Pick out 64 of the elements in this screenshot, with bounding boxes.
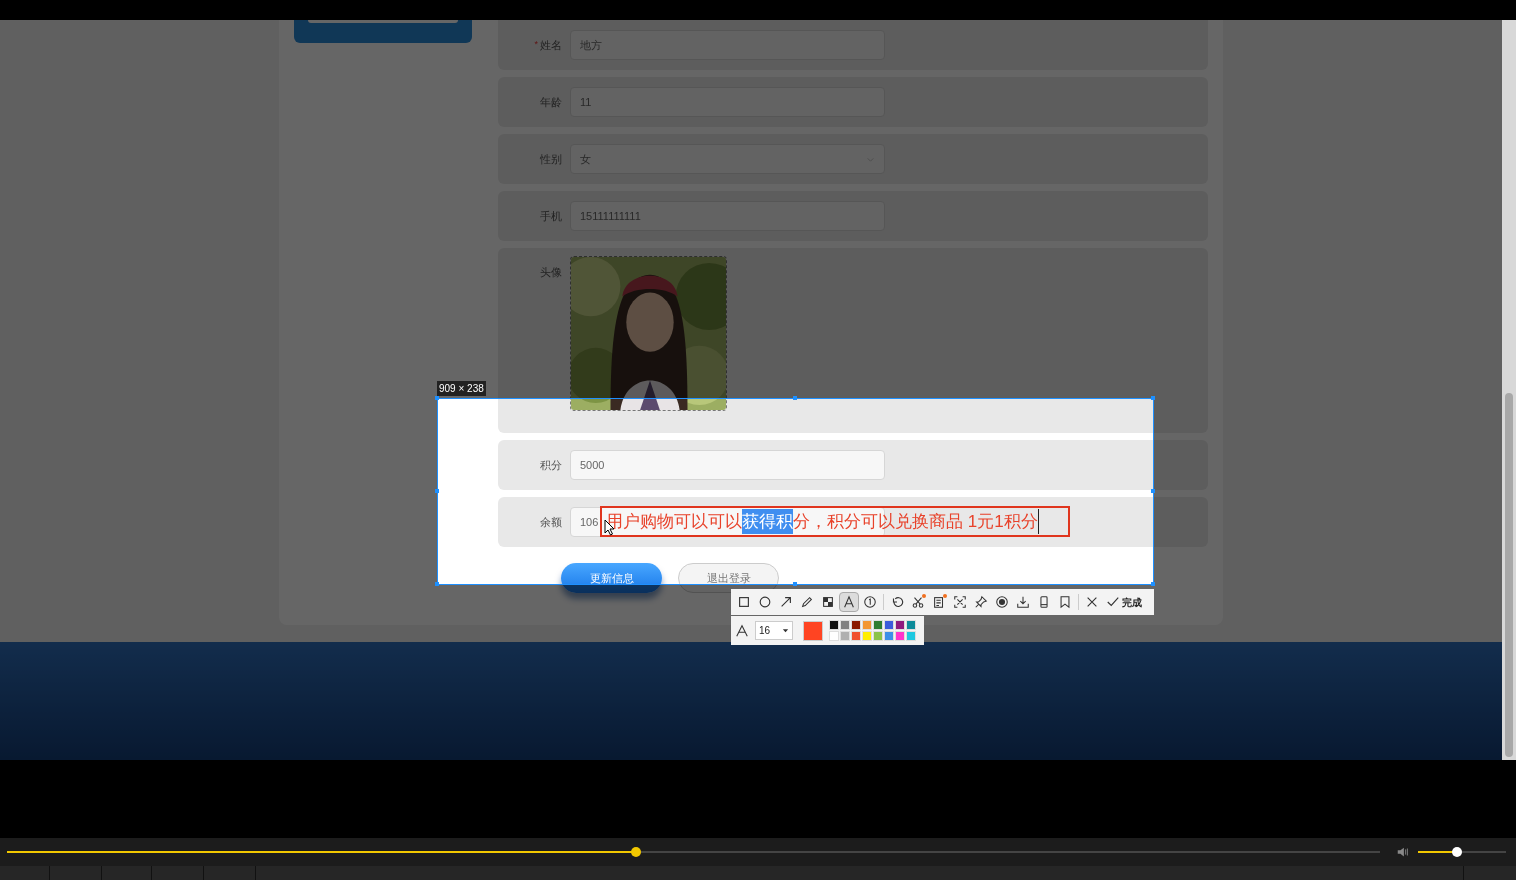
selection-size-label: 909 × 238	[437, 381, 486, 396]
resize-handle[interactable]	[1151, 489, 1155, 493]
record-icon	[995, 595, 1009, 609]
volume-icon	[1396, 845, 1410, 859]
download-icon	[1016, 595, 1030, 609]
progress-thumb[interactable]	[630, 847, 641, 857]
rectangle-icon	[737, 595, 751, 609]
resize-handle[interactable]	[793, 396, 797, 400]
logout-button[interactable]: 退出登录	[678, 563, 779, 593]
check-icon	[1106, 595, 1120, 609]
pencil-icon	[800, 595, 814, 609]
input-field[interactable]: 11	[570, 87, 885, 117]
color-swatch[interactable]	[895, 620, 905, 630]
scissors-icon	[911, 595, 925, 609]
tool-button[interactable]	[839, 592, 859, 612]
input-field[interactable]: 15111111111	[570, 201, 885, 231]
field-label: 姓名	[540, 37, 562, 53]
color-swatch[interactable]	[906, 620, 916, 630]
resize-handle[interactable]	[435, 396, 439, 400]
color-swatch[interactable]	[873, 620, 883, 630]
document-icon	[932, 595, 946, 609]
field-label: 余额	[540, 514, 562, 530]
color-swatch[interactable]	[840, 620, 850, 630]
select-field[interactable]: 女	[570, 144, 885, 174]
arrow-icon	[779, 595, 793, 609]
numbered-circle-icon	[863, 595, 877, 609]
circle-icon	[758, 595, 772, 609]
field-label: 积分	[540, 457, 562, 473]
color-swatch[interactable]	[862, 620, 872, 630]
input-field[interactable]: 5000	[570, 450, 885, 480]
resize-handle[interactable]	[1151, 582, 1155, 586]
resize-handle[interactable]	[793, 582, 797, 586]
color-swatch[interactable]	[829, 631, 839, 641]
undo-icon	[890, 595, 904, 609]
resize-handle[interactable]	[435, 489, 439, 493]
color-swatch[interactable]	[851, 631, 861, 641]
color-swatch[interactable]	[884, 631, 894, 641]
text-icon	[842, 595, 856, 609]
current-color-swatch[interactable]	[803, 620, 823, 641]
update-button[interactable]: 更新信息	[561, 563, 662, 593]
volume-thumb[interactable]	[1451, 847, 1462, 857]
pin-icon	[974, 595, 988, 609]
color-swatch[interactable]	[862, 631, 872, 641]
selection-frame[interactable]	[437, 398, 1154, 585]
mosaic-icon	[821, 595, 835, 609]
close-icon	[1085, 595, 1099, 609]
color-swatch[interactable]	[873, 631, 883, 641]
scan-icon	[953, 595, 967, 609]
scrollbar[interactable]	[1502, 20, 1516, 760]
phone-icon	[1037, 595, 1051, 609]
color-swatch[interactable]	[906, 631, 916, 641]
bookmark-icon	[1058, 595, 1072, 609]
color-swatch[interactable]	[884, 620, 894, 630]
resize-handle[interactable]	[435, 582, 439, 586]
font-size-dropdown[interactable]: 16	[755, 621, 793, 640]
tool-button[interactable]: 完成	[1103, 592, 1145, 612]
color-swatch[interactable]	[851, 620, 861, 630]
caret-icon	[782, 627, 789, 634]
color-swatch[interactable]	[840, 631, 850, 641]
required-mark: *	[534, 38, 538, 52]
color-swatch[interactable]	[829, 620, 839, 630]
color-swatch[interactable]	[895, 631, 905, 641]
font-icon	[735, 623, 749, 638]
resize-handle[interactable]	[1151, 396, 1155, 400]
